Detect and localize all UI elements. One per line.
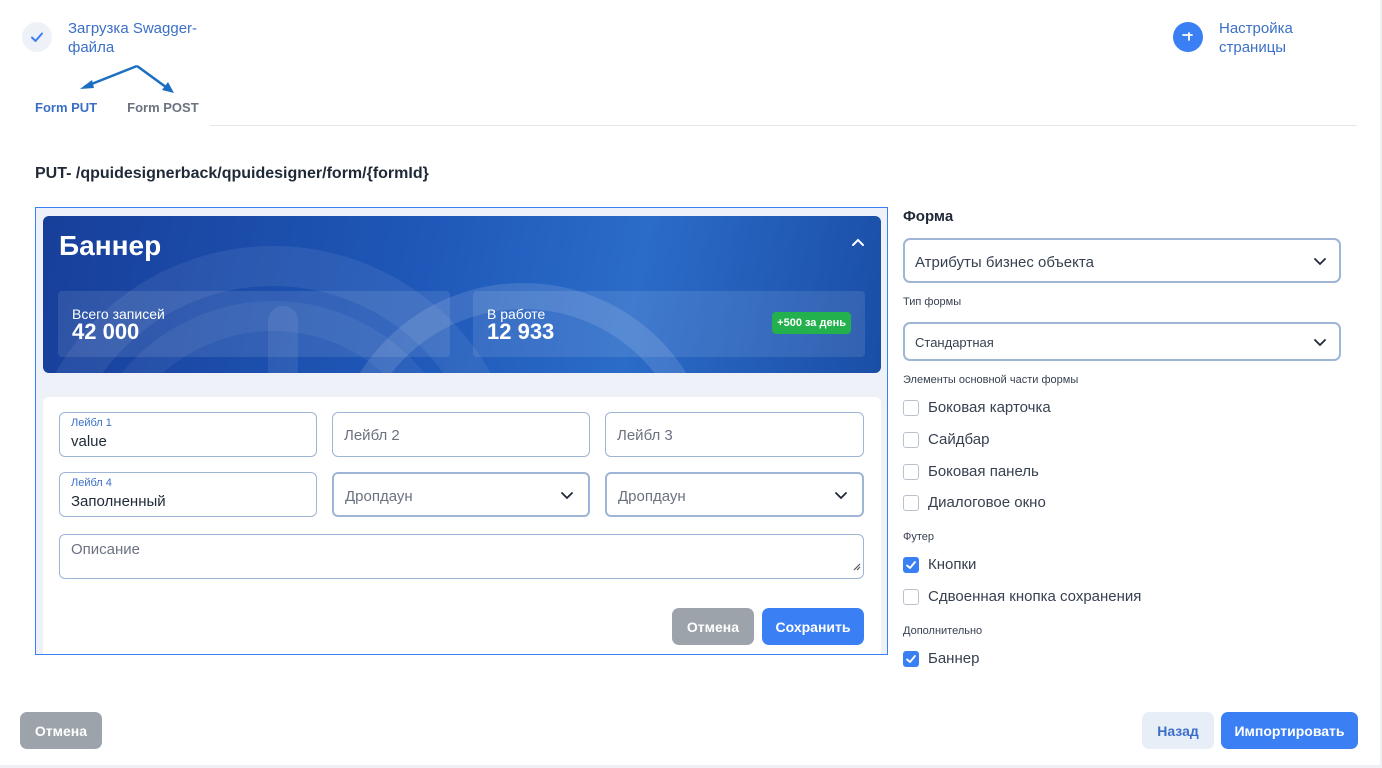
checkbox-box[interactable] — [903, 399, 919, 416]
stat-badge: +500 за день — [772, 312, 851, 334]
field-value: Заполненный — [71, 493, 166, 510]
chevron-down-icon — [1313, 335, 1327, 353]
step-swagger-upload[interactable]: Загрузка Swagger-файла — [22, 20, 218, 57]
select-value: Стандартная — [915, 335, 994, 350]
tab-form-put[interactable]: Form PUT — [35, 100, 97, 115]
resize-handle-icon[interactable] — [851, 558, 861, 576]
checkbox-label: Баннер — [928, 650, 980, 667]
form-tabs: Form PUT Form POST — [35, 100, 229, 115]
checkbox-label: Боковая панель — [928, 463, 1039, 480]
label4-field[interactable]: Лейбл 4 Заполненный — [59, 472, 317, 517]
checkbox-checked-icon[interactable] — [903, 556, 919, 573]
form-preview: Баннер Всего записей 42 000 В работе 12 … — [35, 207, 888, 655]
tabs-divider — [210, 125, 1357, 126]
label3-field[interactable]: Лейбл 3 — [605, 412, 864, 457]
form-type-select[interactable]: Стандартная — [903, 322, 1341, 361]
checkbox-label: Диалоговое окно — [928, 494, 1046, 511]
check-icon — [22, 22, 52, 52]
preview-save-button[interactable]: Сохранить — [762, 608, 864, 645]
chevron-up-icon[interactable] — [851, 234, 865, 252]
stat-value: 42 000 — [72, 319, 140, 344]
checkbox-checked-icon[interactable] — [903, 650, 919, 667]
form-card: Лейбл 1 value Лейбл 2 Лейбл 3 Лейбл 4 За… — [43, 397, 881, 654]
select-value: Атрибуты бизнес объекта — [915, 254, 1094, 271]
form-type-label: Тип формы — [903, 296, 962, 308]
step-label: Загрузка Swagger-файла — [68, 20, 198, 56]
settings-panel: Форма Атрибуты бизнес объекта Тип формы … — [903, 208, 1343, 667]
form-section-title: Форма — [903, 208, 954, 225]
checkbox-label: Кнопки — [928, 556, 977, 573]
field-label: Лейбл 4 — [71, 477, 112, 489]
checkbox-box[interactable] — [903, 463, 919, 480]
stat-total: Всего записей 42 000 — [58, 291, 450, 357]
label2-field[interactable]: Лейбл 2 — [332, 412, 590, 457]
dropdown-2[interactable]: Дропдаун — [605, 472, 864, 517]
textarea-placeholder: Описание — [71, 541, 141, 558]
checkbox-side-card[interactable]: Боковая карточка — [903, 399, 1051, 416]
dropdown-1[interactable]: Дропдаун — [332, 472, 590, 517]
dropdown-placeholder: Дропдаун — [618, 488, 686, 505]
checkbox-buttons[interactable]: Кнопки — [903, 556, 976, 573]
checkbox-label: Сайдбар — [928, 431, 990, 448]
endpoint-title: PUT- /qpuidesignerback/qpuidesigner/form… — [35, 165, 429, 182]
checkbox-double-save[interactable]: Сдвоенная кнопка сохранения — [903, 588, 1141, 605]
checkbox-label: Боковая карточка — [928, 399, 1051, 416]
checkbox-box[interactable] — [903, 588, 919, 605]
checkbox-label: Сдвоенная кнопка сохранения — [928, 588, 1142, 605]
checkbox-box[interactable] — [903, 431, 919, 448]
dropdown-placeholder: Дропдаун — [345, 488, 413, 505]
field-placeholder: Лейбл 2 — [344, 427, 400, 444]
cancel-button[interactable]: Отмена — [20, 712, 102, 749]
checkbox-sidebar[interactable]: Сайдбар — [903, 431, 989, 448]
annotation-arrows-icon — [80, 64, 174, 93]
checkbox-dialog[interactable]: Диалоговое окно — [903, 494, 1046, 511]
step-icon — [1173, 22, 1203, 52]
banner-title: Баннер — [59, 230, 162, 261]
import-button[interactable]: Импортировать — [1221, 712, 1358, 749]
form-select[interactable]: Атрибуты бизнес объекта — [903, 238, 1341, 283]
footer-label: Футер — [903, 531, 935, 543]
preview-cancel-button[interactable]: Отмена — [672, 608, 754, 645]
field-label: Лейбл 1 — [71, 417, 112, 429]
checkbox-box[interactable] — [903, 494, 919, 511]
main-elements-label: Элементы основной части формы — [903, 374, 1079, 386]
tab-form-post[interactable]: Form POST — [127, 100, 199, 115]
label1-field[interactable]: Лейбл 1 value — [59, 412, 317, 457]
step-page-settings[interactable]: Настройка страницы — [1173, 20, 1349, 57]
field-placeholder: Лейбл 3 — [617, 427, 673, 444]
banner: Баннер Всего записей 42 000 В работе 12 … — [43, 216, 881, 373]
back-button[interactable]: Назад — [1142, 712, 1214, 749]
description-textarea[interactable]: Описание — [59, 534, 864, 579]
extra-label: Дополнительно — [903, 625, 983, 637]
chevron-down-icon — [1313, 254, 1327, 272]
field-value: value — [71, 433, 107, 450]
checkbox-banner[interactable]: Баннер — [903, 650, 979, 667]
step-label: Настройка страницы — [1219, 20, 1293, 56]
chevron-down-icon — [834, 488, 848, 506]
checkbox-side-panel[interactable]: Боковая панель — [903, 463, 1039, 480]
chevron-down-icon — [560, 488, 574, 506]
stat-in-progress: В работе 12 933 +500 за день — [473, 291, 865, 357]
